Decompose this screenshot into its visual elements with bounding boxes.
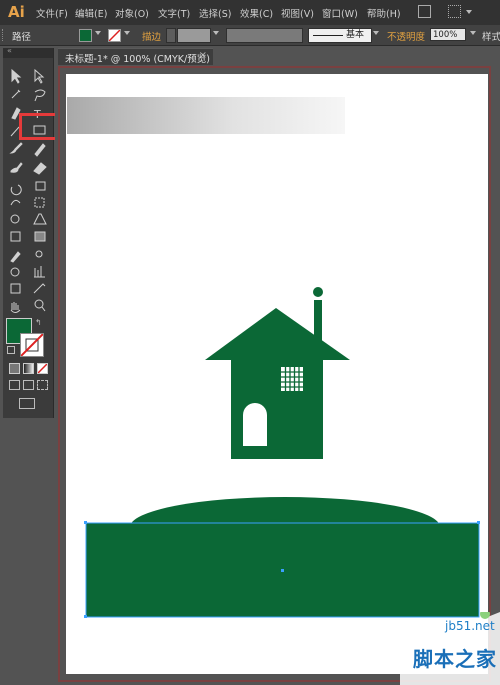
artboard[interactable] bbox=[66, 74, 488, 674]
lasso-tool-icon bbox=[34, 89, 46, 102]
opacity-label[interactable]: 不透明度 bbox=[387, 29, 425, 43]
draw-inside-icon[interactable] bbox=[37, 380, 48, 390]
menu-help[interactable]: 帮助(H) bbox=[367, 6, 401, 20]
fill-dropdown-icon[interactable] bbox=[95, 31, 101, 35]
menu-edit[interactable]: 编辑(E) bbox=[75, 6, 107, 20]
document-tab-title: 未标题-1* @ 100% (CMYK/预览) bbox=[65, 54, 210, 65]
menu-type[interactable]: 文字(T) bbox=[158, 6, 190, 20]
default-colors-icon[interactable] bbox=[7, 346, 15, 354]
draw-behind-icon[interactable] bbox=[23, 380, 34, 390]
watermark-url: jb51.net bbox=[445, 619, 495, 633]
arrange-documents-icon[interactable] bbox=[448, 5, 461, 18]
no-stroke-icon bbox=[21, 334, 43, 356]
opacity-field[interactable]: 100% bbox=[430, 28, 466, 41]
stroke-weight-stepper[interactable] bbox=[166, 28, 176, 43]
direct-selection-tool-icon bbox=[34, 68, 45, 84]
object-type-label: 路径 bbox=[12, 32, 32, 43]
gradient-tool-icon bbox=[34, 231, 46, 242]
chevron-down-icon[interactable] bbox=[466, 10, 472, 14]
blend-tool-icon bbox=[35, 250, 43, 258]
perspective-grid-tool-icon bbox=[33, 213, 47, 225]
tab-document[interactable]: 未标题-1* @ 100% (CMYK/预览) × bbox=[58, 48, 213, 65]
scale-tool-icon bbox=[35, 181, 46, 191]
column-graph-tool-icon bbox=[34, 266, 45, 278]
menu-view[interactable]: 视图(V) bbox=[281, 6, 314, 20]
screen-mode-icon[interactable] bbox=[19, 398, 35, 409]
eraser-tool-icon bbox=[33, 162, 47, 175]
style-label[interactable]: 样式 bbox=[482, 29, 500, 43]
watermark-name: 脚本之家 bbox=[413, 647, 497, 671]
zoom-tool-icon bbox=[34, 299, 44, 309]
gradient-rectangle[interactable] bbox=[67, 97, 345, 134]
stroke-weight-field[interactable] bbox=[177, 28, 211, 43]
stroke-swatch[interactable] bbox=[108, 29, 121, 42]
app-logo: Ai bbox=[8, 3, 25, 21]
free-transform-tool-icon bbox=[34, 197, 45, 208]
eyedropper-tool-icon bbox=[10, 251, 21, 263]
stroke-label[interactable]: 描边 bbox=[142, 29, 161, 43]
rectangle-tool-highlight bbox=[19, 113, 59, 140]
stroke-color-box[interactable] bbox=[20, 333, 44, 357]
selection-tool-icon bbox=[11, 68, 22, 84]
stroke-weight-dropdown-icon[interactable] bbox=[213, 31, 219, 35]
bridge-icon[interactable] bbox=[418, 5, 431, 18]
pencil-tool-icon bbox=[34, 143, 46, 157]
shape-builder-tool-icon bbox=[10, 214, 20, 224]
hand-tool-icon bbox=[10, 302, 21, 313]
magic-wand-tool-icon bbox=[11, 89, 21, 99]
blob-brush-tool-icon bbox=[10, 162, 23, 173]
swap-colors-icon[interactable]: ↰ bbox=[35, 318, 42, 327]
slice-tool-icon bbox=[33, 283, 46, 294]
menu-window[interactable]: 窗口(W) bbox=[322, 6, 358, 20]
menu-bar: Ai 文件(F) 编辑(E) 对象(O) 文字(T) 选择(S) 效果(C) 视… bbox=[0, 0, 500, 25]
menu-file[interactable]: 文件(F) bbox=[36, 6, 68, 20]
paintbrush-tool-icon bbox=[9, 142, 23, 154]
mesh-tool-icon bbox=[10, 231, 21, 242]
width-tool-icon bbox=[10, 199, 21, 206]
color-mode-icon[interactable] bbox=[9, 363, 20, 374]
menu-object[interactable]: 对象(O) bbox=[115, 6, 149, 20]
artboard-tool-icon bbox=[10, 283, 21, 294]
brush-style-label: 基本 bbox=[346, 30, 365, 40]
menu-effect[interactable]: 效果(C) bbox=[240, 6, 273, 20]
none-mode-icon[interactable] bbox=[37, 363, 48, 374]
symbol-sprayer-tool-icon bbox=[10, 267, 20, 277]
variable-width-field[interactable] bbox=[226, 28, 303, 43]
close-icon[interactable]: × bbox=[199, 50, 207, 61]
brush-dropdown-icon[interactable] bbox=[373, 31, 379, 35]
fill-swatch[interactable] bbox=[79, 29, 92, 42]
draw-normal-icon[interactable] bbox=[9, 380, 20, 390]
line-tool-icon bbox=[10, 126, 20, 137]
rotate-tool-icon bbox=[10, 184, 22, 196]
tools-panel: « T ↰ bbox=[3, 46, 54, 418]
opacity-dropdown-icon[interactable] bbox=[470, 31, 476, 35]
menu-select[interactable]: 选择(S) bbox=[199, 6, 231, 20]
no-stroke-icon bbox=[109, 30, 120, 41]
brush-definition-field[interactable]: 基本 bbox=[308, 28, 372, 43]
panel-grip-icon bbox=[2, 29, 6, 41]
gradient-mode-icon[interactable] bbox=[23, 363, 34, 374]
stroke-dropdown-icon[interactable] bbox=[124, 31, 130, 35]
control-bar: 路径 描边 基本 不透明度 100% 样式 bbox=[0, 25, 500, 46]
brush-stroke-preview-icon bbox=[313, 35, 343, 36]
